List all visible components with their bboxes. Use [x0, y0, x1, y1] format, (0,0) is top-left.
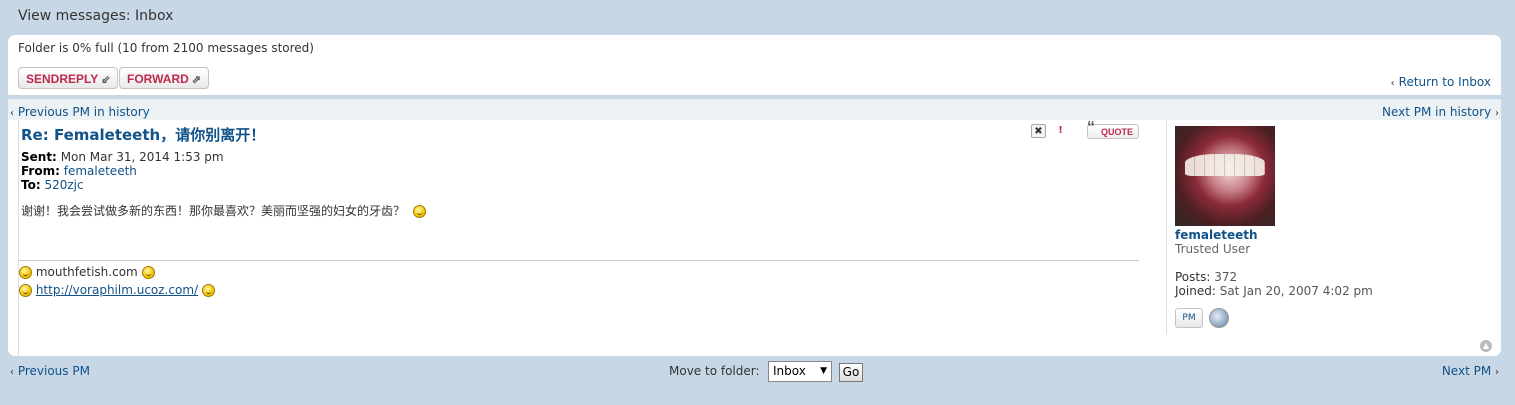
- grin-icon: [19, 266, 32, 279]
- to-row: To: 520zjc: [21, 178, 84, 192]
- reply-arrow-icon: ⇙: [101, 74, 111, 86]
- chevron-left-icon: ‹: [10, 108, 14, 119]
- posts-label: Posts:: [1175, 270, 1211, 284]
- pm-icon-label: PM: [1182, 313, 1196, 323]
- delete-icon[interactable]: ✖: [1031, 124, 1046, 138]
- author-rank: Trusted User: [1175, 242, 1251, 256]
- avatar: [1175, 126, 1275, 226]
- grin-icon: [19, 284, 32, 297]
- signature-line-2: http://voraphilm.ucoz.com/: [19, 283, 215, 297]
- chevron-left-icon: ‹: [1390, 78, 1395, 89]
- post-action-icons: ✖ ! “ QUOTE: [1029, 119, 1139, 141]
- send-reply-label: SENDREPLY: [26, 72, 99, 86]
- return-to-inbox-label[interactable]: Return to Inbox: [1399, 75, 1491, 89]
- chevron-left-icon: ‹: [10, 367, 14, 378]
- previous-pm-history-label[interactable]: Previous PM in history: [18, 105, 150, 119]
- chevron-right-icon: ›: [1495, 367, 1499, 378]
- smile-icon: [412, 205, 426, 218]
- next-pm-history-link[interactable]: Next PM in history ›: [1382, 105, 1499, 119]
- author-posts: Posts: 372: [1175, 270, 1237, 284]
- message-body: 谢谢！我会尝试做多新的东西！那你最喜欢？美丽而坚强的妇女的牙齿？: [21, 202, 426, 219]
- page-title: View messages: Inbox: [18, 8, 174, 24]
- forward-arrow-icon: ⇗: [191, 74, 201, 86]
- post-body: Re: Femaleteeth，请你别离开！ ✖ ! “ QUOTE Sent:…: [18, 120, 1139, 356]
- message-header-panel: Folder is 0% full (10 from 2100 messages…: [8, 35, 1501, 95]
- previous-pm-label[interactable]: Previous PM: [18, 364, 90, 378]
- forward-label: FORWARD: [127, 72, 189, 86]
- author-joined: Joined: Sat Jan 20, 2007 4:02 pm: [1175, 284, 1373, 298]
- message-subject[interactable]: Re: Femaleteeth，请你别离开！: [21, 124, 265, 145]
- folder-status: Folder is 0% full (10 from 2100 messages…: [18, 41, 314, 55]
- back-to-top-icon[interactable]: ▲: [1480, 340, 1492, 352]
- folder-select[interactable]: Inbox ▼: [768, 361, 832, 382]
- from-label: From:: [21, 164, 60, 178]
- to-user-link[interactable]: 520zjc: [44, 178, 83, 192]
- joined-value: Sat Jan 20, 2007 4:02 pm: [1219, 284, 1373, 298]
- quote-mark-icon: “: [1087, 119, 1095, 136]
- joined-label: Joined:: [1175, 284, 1216, 298]
- pm-contact-button[interactable]: PM: [1175, 308, 1203, 328]
- sent-value: Mon Mar 31, 2014 1:53 pm: [60, 150, 224, 164]
- message-text: 谢谢！我会尝试做多新的东西！那你最喜欢？美丽而坚强的妇女的牙齿？: [21, 204, 406, 218]
- posts-value: 372: [1214, 270, 1238, 284]
- from-user-link[interactable]: femaleteeth: [64, 164, 137, 178]
- website-globe-icon[interactable]: [1209, 308, 1229, 328]
- to-label: To:: [21, 178, 41, 192]
- from-row: From: femaleteeth: [21, 164, 137, 178]
- quote-button[interactable]: “ QUOTE: [1087, 119, 1139, 139]
- grin-icon: [201, 284, 215, 297]
- return-to-inbox-link[interactable]: ‹ Return to Inbox: [1391, 75, 1491, 89]
- signature-divider: [19, 260, 1139, 261]
- sent-row: Sent: Mon Mar 31, 2014 1:53 pm: [21, 150, 224, 164]
- grin-icon: [141, 266, 155, 279]
- next-pm-label[interactable]: Next PM: [1442, 364, 1491, 378]
- chevron-right-icon: ›: [1495, 108, 1499, 119]
- send-reply-button[interactable]: SENDREPLY ⇙: [18, 67, 119, 89]
- avatar-teeth: [1185, 154, 1265, 176]
- move-to-folder-label: Move to folder:: [669, 364, 760, 378]
- signature-link[interactable]: http://voraphilm.ucoz.com/: [36, 283, 198, 297]
- quote-label: QUOTE: [1100, 127, 1133, 137]
- sent-label: Sent:: [21, 150, 57, 164]
- report-icon[interactable]: !: [1053, 124, 1068, 138]
- next-pm-link[interactable]: Next PM ›: [1442, 364, 1499, 378]
- signature-line-1: mouthfetish.com: [19, 265, 155, 279]
- folder-select-value: Inbox: [773, 364, 806, 378]
- dropdown-arrow-icon: ▼: [820, 366, 827, 376]
- previous-pm-history-link[interactable]: ‹ Previous PM in history: [10, 105, 150, 119]
- message-panel: Re: Femaleteeth，请你别离开！ ✖ ! “ QUOTE Sent:…: [8, 120, 1501, 356]
- signature-text: mouthfetish.com: [35, 265, 138, 279]
- previous-pm-link[interactable]: ‹ Previous PM: [10, 364, 90, 378]
- go-button[interactable]: Go: [839, 363, 863, 382]
- author-profile: femaleteeth Trusted User Posts: 372 Join…: [1166, 120, 1497, 334]
- forward-button[interactable]: FORWARD ⇗: [119, 67, 209, 89]
- author-name-link[interactable]: femaleteeth: [1175, 228, 1258, 242]
- next-pm-history-label[interactable]: Next PM in history: [1382, 105, 1491, 119]
